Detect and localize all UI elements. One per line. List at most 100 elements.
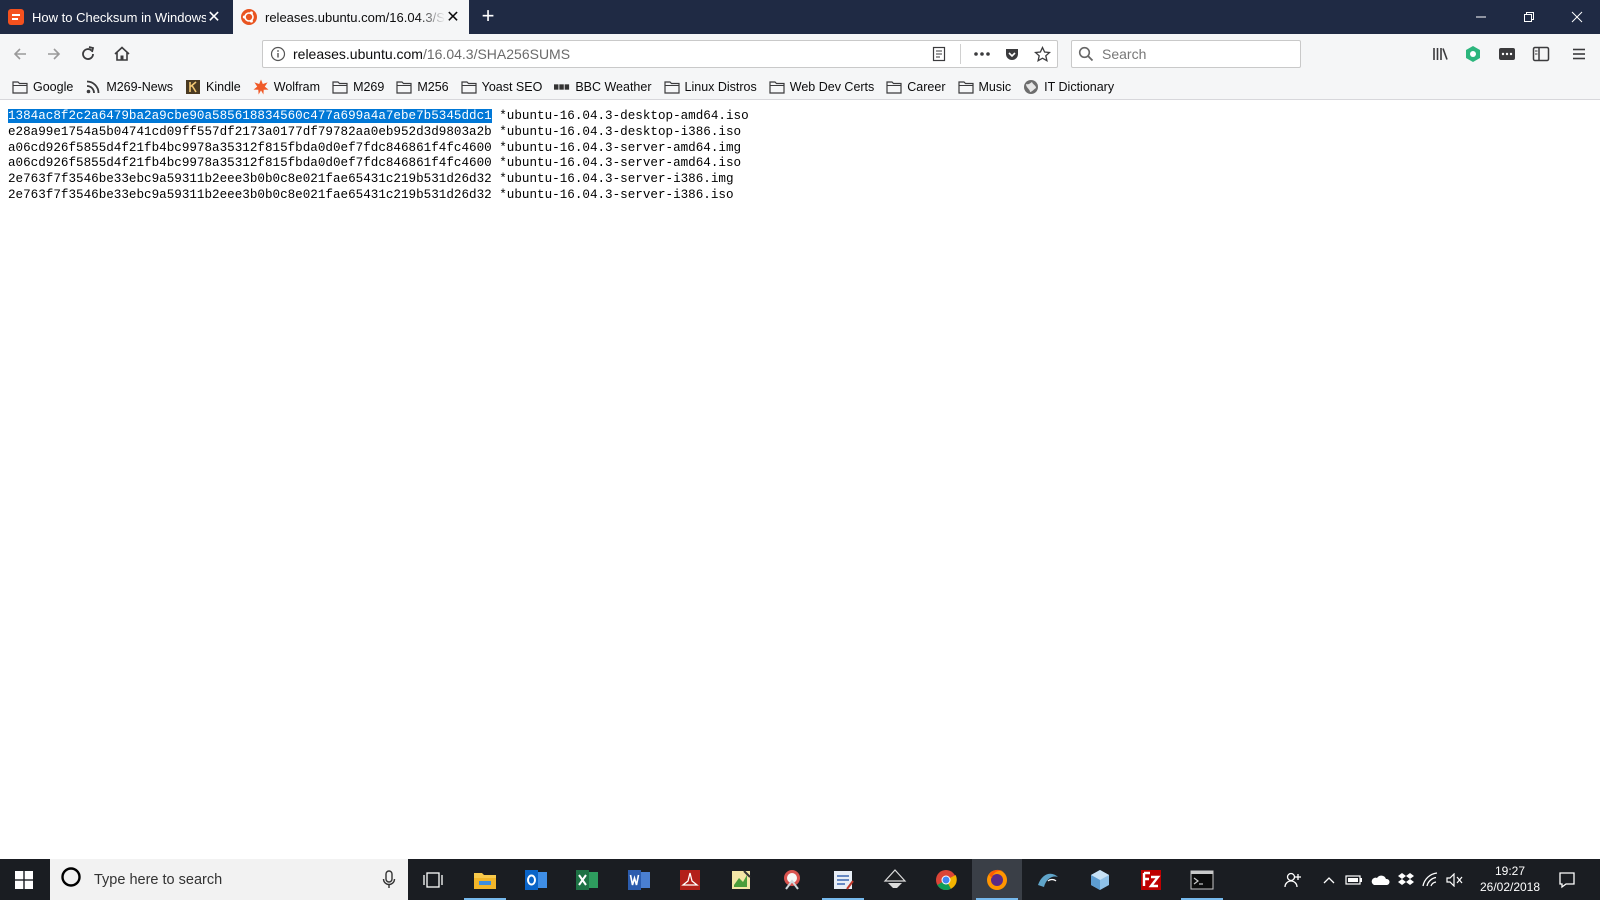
extension-shield-icon[interactable] [1459,40,1487,68]
bookmark-m269-news[interactable]: M269-News [85,79,173,95]
folder-icon [332,79,348,95]
url-host: releases.ubuntu.com [293,46,423,62]
clock-time: 19:27 [1494,864,1526,878]
acrobat-icon[interactable] [665,859,715,900]
page-actions-icon[interactable] [967,51,997,57]
bookmarks-toolbar: Google M269-News Kindle Wolfram M269 M256 Yoas… [0,74,1600,100]
command-prompt-icon[interactable] [1177,859,1227,900]
inkscape-icon[interactable] [870,859,920,900]
menu-icon[interactable] [1565,40,1593,68]
word-icon[interactable] [614,859,664,900]
rss-icon [85,79,101,95]
tab-sha256sums[interactable]: releases.ubuntu.com/16.04.3/SHA256SUMS ✕ [233,0,469,34]
virtualbox-icon[interactable] [1075,859,1125,900]
site-info-icon[interactable] [263,46,293,62]
bookmark-label: Web Dev Certs [789,79,875,94]
globe-icon [1023,79,1039,95]
checksum-line: 2e763f7f3546be33ebc9a59311b2eee3b0b0c8e0… [8,172,749,188]
bookmark-wolfram[interactable]: Wolfram [253,79,320,95]
microphone-icon[interactable] [382,870,396,895]
checksum-filename[interactable]: *ubuntu-16.04.3-server-amd64.img [499,141,741,155]
pocket-icon[interactable] [997,46,1027,62]
url-text[interactable]: releases.ubuntu.com/16.04.3/SHA256SUMS [293,46,924,62]
taskbar-search-input[interactable] [92,870,376,889]
text-editor-icon[interactable] [818,859,868,900]
close-tab-icon[interactable]: ✕ [445,7,461,27]
clock-date: 26/02/2018 [1479,880,1541,894]
bookmark-m256[interactable]: M256 [396,79,449,95]
battery-icon[interactable] [1343,859,1365,900]
bookmark-label: Linux Distros [684,79,757,94]
taskbar-clock[interactable]: 19:27 26/02/2018 [1470,863,1550,895]
new-tab-button[interactable]: + [475,4,501,30]
library-icon[interactable] [1426,40,1454,68]
restore-icon[interactable] [1506,0,1552,34]
checksum-hash[interactable]: a06cd926f5855d4f21fb4bc9978a35312f815fbd… [8,141,492,155]
checksum-hash[interactable]: 2e763f7f3546be33ebc9a59311b2eee3b0b0c8e0… [8,172,492,186]
onedrive-icon[interactable] [1368,859,1392,900]
address-bar[interactable]: releases.ubuntu.com/16.04.3/SHA256SUMS [262,40,1058,68]
bookmark-bbc-weather[interactable]: BBC Weather [554,79,652,95]
cortana-icon[interactable] [60,866,82,893]
checksum-filename[interactable]: *ubuntu-16.04.3-server-i386.iso [499,188,733,202]
bookmark-m269[interactable]: M269 [332,79,384,95]
bookmark-google[interactable]: Google [12,79,73,95]
outlook-icon[interactable] [511,859,561,900]
close-tab-icon[interactable]: ✕ [206,7,222,27]
bookmark-linux-distros[interactable]: Linux Distros [663,79,757,95]
back-icon[interactable] [6,40,34,68]
checksum-filename[interactable]: *ubuntu-16.04.3-desktop-amd64.iso [499,109,748,123]
forward-icon[interactable] [40,40,68,68]
volume-muted-icon[interactable] [1444,859,1466,900]
taskbar-search[interactable] [50,859,408,900]
checksum-hash[interactable]: a06cd926f5855d4f21fb4bc9978a35312f815fbd… [8,156,492,170]
sidebar-toggle-icon[interactable] [1527,40,1555,68]
mysql-workbench-icon[interactable] [1023,859,1073,900]
bookmark-career[interactable]: Career [886,79,946,95]
chrome-icon[interactable] [921,859,971,900]
task-view-icon[interactable] [408,859,458,900]
checksum-line: 1384ac8f2c2a6479ba2a9cbe90a585618834560c… [8,109,749,125]
home-icon[interactable] [108,40,136,68]
show-hidden-icons-chevron-icon[interactable] [1318,859,1340,900]
search-input[interactable] [1100,45,1294,63]
action-center-icon[interactable] [1552,859,1582,900]
people-icon[interactable] [1278,859,1308,900]
bookmark-kindle[interactable]: Kindle [185,79,241,95]
tab-how-to-checksum[interactable]: How to Checksum in Windows ✕ [0,0,230,34]
minimize-icon[interactable] [1458,0,1504,34]
checksum-filename[interactable]: *ubuntu-16.04.3-server-amd64.iso [499,156,741,170]
checksum-filename[interactable]: *ubuntu-16.04.3-server-i386.img [499,172,733,186]
close-window-icon[interactable] [1554,0,1600,34]
checksum-hash[interactable]: 1384ac8f2c2a6479ba2a9cbe90a585618834560c… [8,109,492,123]
ubuntu-favicon-icon [241,9,257,25]
bookmark-star-icon[interactable] [1027,45,1057,63]
bookmark-label: Music [978,79,1012,94]
folder-icon [12,79,28,95]
reload-icon[interactable] [74,40,102,68]
filezilla-icon[interactable] [1126,859,1176,900]
folder-icon [663,79,680,95]
windows-start-icon[interactable] [0,859,48,900]
firefox-icon[interactable] [972,859,1022,900]
excel-icon[interactable] [562,859,612,900]
reader-view-icon[interactable] [924,46,954,62]
paint-app-icon[interactable] [716,859,766,900]
bookmark-web-dev-certs[interactable]: Web Dev Certs [769,79,875,95]
wifi-icon[interactable] [1420,859,1442,900]
wolfram-icon [253,79,269,95]
checksum-filename[interactable]: *ubuntu-16.04.3-desktop-i386.iso [499,125,741,139]
search-box[interactable] [1071,40,1301,68]
checksum-line: a06cd926f5855d4f21fb4bc9978a35312f815fbd… [8,156,749,172]
bookmark-it-dictionary[interactable]: IT Dictionary [1023,79,1114,95]
folder-icon [769,79,785,95]
snipping-tool-icon[interactable] [767,859,817,900]
bookmark-music[interactable]: Music [957,79,1012,95]
password-manager-icon[interactable] [1493,40,1521,68]
navigation-toolbar: releases.ubuntu.com/16.04.3/SHA256SUMS [0,34,1600,74]
dropbox-icon[interactable] [1395,859,1417,900]
bookmark-yoast-seo[interactable]: Yoast SEO [461,79,542,95]
file-explorer-icon[interactable] [460,859,510,900]
checksum-hash[interactable]: 2e763f7f3546be33ebc9a59311b2eee3b0b0c8e0… [8,188,492,202]
checksum-hash[interactable]: e28a99e1754a5b04741cd09ff557df2173a0177d… [8,125,492,139]
